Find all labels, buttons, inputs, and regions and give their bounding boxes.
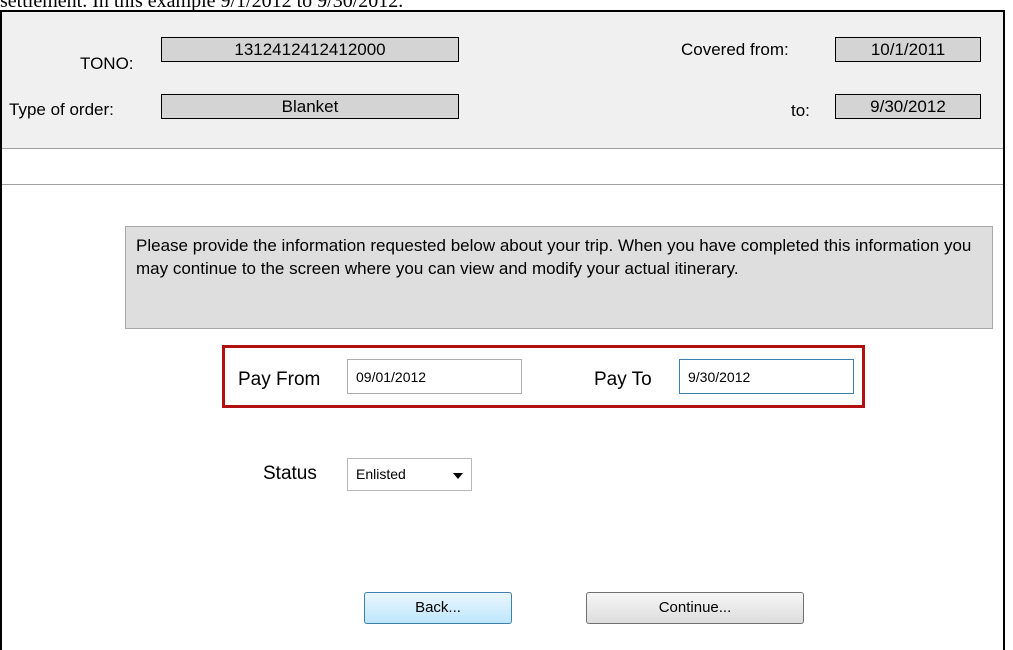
order-type-value: Blanket bbox=[161, 94, 459, 119]
order-type-label: Type of order: bbox=[9, 100, 114, 119]
pay-to-label: Pay To bbox=[594, 369, 652, 390]
pay-from-label: Pay From bbox=[238, 369, 321, 390]
section-divider bbox=[2, 184, 1003, 185]
order-header-panel: TONO: 1312412412412000 Type of order: Bl… bbox=[2, 12, 1003, 149]
status-label: Status bbox=[263, 463, 317, 484]
continue-button[interactable]: Continue... bbox=[586, 592, 804, 624]
covered-to-value: 9/30/2012 bbox=[835, 94, 981, 119]
status-selected-value: Enlisted bbox=[356, 466, 406, 482]
travel-order-form: TONO: 1312412412412000 Type of order: Bl… bbox=[0, 10, 1005, 650]
tono-label: TONO: bbox=[80, 54, 134, 73]
pay-to-input[interactable] bbox=[679, 359, 854, 394]
chevron-down-icon[interactable] bbox=[453, 473, 463, 479]
covered-to-label: to: bbox=[791, 101, 810, 120]
pay-from-input[interactable] bbox=[347, 359, 522, 394]
back-button[interactable]: Back... bbox=[364, 592, 512, 624]
instructions-box: Please provide the information requested… bbox=[125, 226, 993, 329]
covered-from-value: 10/1/2011 bbox=[835, 37, 981, 62]
tono-value: 1312412412412000 bbox=[161, 37, 459, 62]
status-select[interactable]: Enlisted bbox=[347, 458, 472, 491]
covered-from-label: Covered from: bbox=[681, 40, 789, 59]
